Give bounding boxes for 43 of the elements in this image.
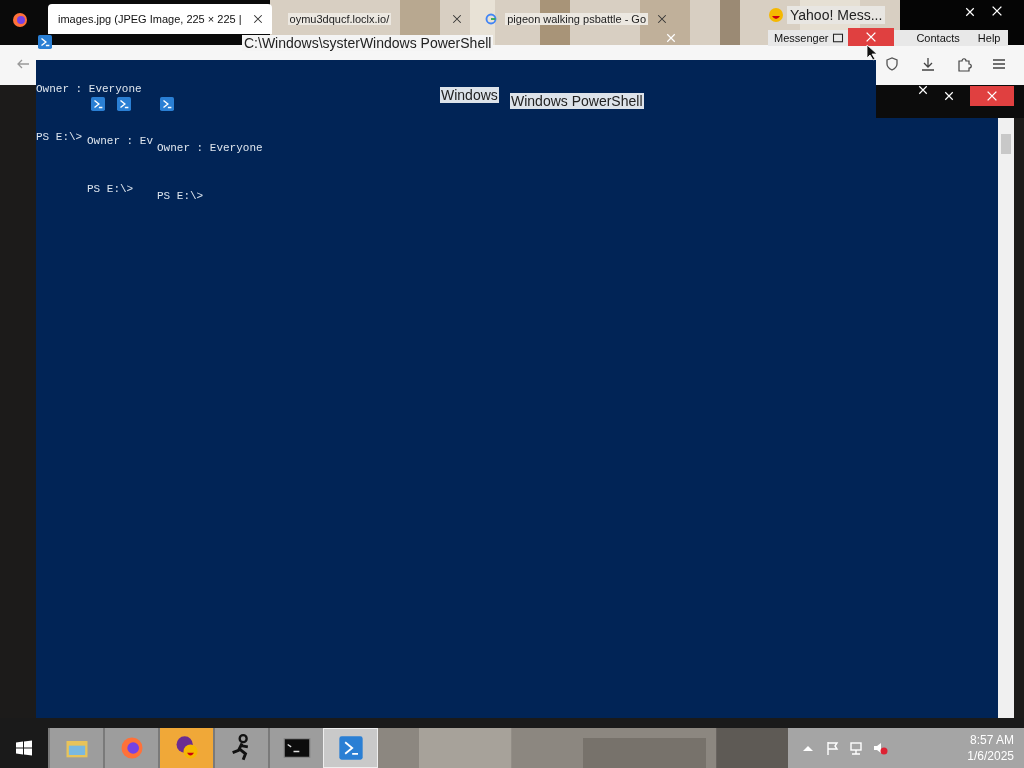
speaker-muted-icon[interactable] bbox=[872, 740, 888, 756]
puzzle-icon[interactable] bbox=[956, 56, 972, 72]
taskbar-button[interactable] bbox=[158, 728, 213, 768]
menu-item[interactable]: Help bbox=[977, 32, 1001, 44]
menu-item[interactable]: Messenger bbox=[774, 32, 829, 44]
shield-icon[interactable] bbox=[884, 56, 900, 72]
prompt-icon bbox=[160, 97, 174, 111]
tab-title: pigeon walking psbattle - Go bbox=[505, 13, 649, 25]
window-title: C:\Windows\systerWindows PowerShell bbox=[242, 35, 494, 51]
taskbar-button[interactable] bbox=[213, 728, 268, 768]
tab-title: images.jpg (JPEG Image, 225 × 225 | bbox=[57, 13, 243, 25]
tab-title: oymu3dqucf.loclx.io/ bbox=[287, 13, 392, 25]
console-line: Owner : Everyone bbox=[157, 141, 263, 155]
close-icon[interactable] bbox=[251, 13, 264, 25]
window-title: Windows PowerShell bbox=[510, 93, 644, 109]
google-icon bbox=[485, 13, 498, 25]
console-line: PS E:\> bbox=[36, 130, 83, 144]
menu-icon[interactable] bbox=[991, 56, 1007, 72]
download-icon[interactable] bbox=[920, 56, 936, 72]
smiley-icon bbox=[768, 7, 784, 23]
console-line: Owner : Everyone bbox=[36, 82, 142, 96]
prompt-icon bbox=[117, 97, 131, 111]
console-line: PS E:\> bbox=[87, 182, 134, 196]
prompt-icon bbox=[336, 734, 365, 762]
taskbar-button[interactable] bbox=[268, 728, 323, 768]
browser-tab[interactable]: images.jpg (JPEG Image, 225 × 225 | bbox=[48, 4, 272, 34]
close-icon[interactable] bbox=[990, 4, 1004, 18]
window-title: Yahoo! Mess... bbox=[787, 6, 886, 24]
firefox-icon bbox=[12, 12, 28, 28]
menu-item[interactable]: Contacts bbox=[916, 32, 960, 44]
window-icon bbox=[832, 32, 845, 44]
console-line: PS E:\> bbox=[157, 189, 204, 203]
console-line: Owner : Ev bbox=[87, 134, 153, 148]
close-icon[interactable] bbox=[451, 13, 464, 25]
browser-tab[interactable]: pigeon walking psbattle - Go bbox=[477, 4, 677, 34]
close-icon[interactable] bbox=[917, 84, 929, 96]
scrollbar-thumb[interactable] bbox=[1001, 134, 1011, 154]
prompt-icon bbox=[91, 97, 105, 111]
window-title: Windows bbox=[440, 87, 499, 103]
close-icon[interactable] bbox=[943, 90, 955, 102]
browser-tab[interactable]: oymu3dqucf.loclx.io/ bbox=[279, 4, 472, 34]
scrollbar[interactable] bbox=[998, 118, 1014, 718]
close-icon[interactable] bbox=[964, 6, 976, 18]
